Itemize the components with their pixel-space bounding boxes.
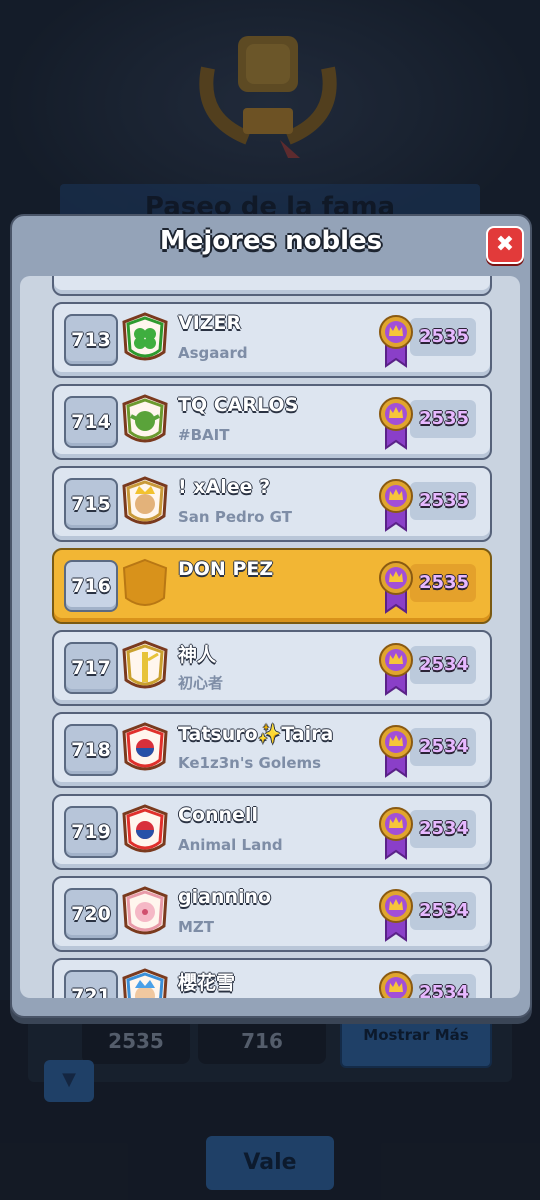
player-name: ! xAlee ? bbox=[178, 476, 271, 498]
crown-medal-icon bbox=[378, 640, 414, 696]
player-name: VIZER bbox=[178, 312, 242, 334]
table-row[interactable]: 715 ! xAlee ? San Pedro GT 2535 bbox=[52, 466, 492, 542]
clover-icon bbox=[122, 312, 168, 366]
clan-name: MZT bbox=[178, 918, 215, 936]
korea-flag-icon bbox=[122, 804, 168, 858]
crown-medal-icon bbox=[378, 968, 414, 998]
trophy-score: 2534 bbox=[418, 982, 470, 998]
rank-number: 721 bbox=[64, 970, 118, 998]
king-icon bbox=[122, 476, 168, 530]
crown-medal-icon bbox=[378, 312, 414, 368]
table-row[interactable]: 720 giannino MZT 2534 bbox=[52, 876, 492, 952]
player-name: 神人 bbox=[178, 644, 217, 666]
player-name: 櫻花雪 bbox=[178, 972, 236, 994]
clan-name: #BAIT bbox=[178, 426, 230, 444]
rank-number: 720 bbox=[64, 888, 118, 940]
korea-flag-icon bbox=[122, 722, 168, 776]
trophy-score: 2534 bbox=[418, 654, 470, 675]
trophy-score: 2535 bbox=[418, 408, 470, 429]
table-row[interactable]: 714 TQ CARLOS #BAIT 2535 bbox=[52, 384, 492, 460]
top-nobles-modal: Mejores nobles ✖ 713 VIZER Asgaard 2535 714 T… bbox=[10, 214, 532, 1018]
close-button[interactable]: ✖ bbox=[486, 226, 524, 264]
table-row[interactable]: 718 Tatsuro✨Taira Ke1z3n's Golems 2534 bbox=[52, 712, 492, 788]
player-name: giannino bbox=[178, 886, 272, 908]
crown-medal-icon bbox=[378, 476, 414, 532]
rank-number: 713 bbox=[64, 314, 118, 366]
table-row-current-player[interactable]: 716 DON PEZ 2535 bbox=[52, 548, 492, 624]
player-name: Connell bbox=[178, 804, 258, 826]
rank-number: 716 bbox=[64, 560, 118, 612]
goblin-icon bbox=[122, 394, 168, 448]
flower-icon bbox=[122, 886, 168, 940]
table-row[interactable]: 713 VIZER Asgaard 2535 bbox=[52, 302, 492, 378]
trophy-score: 2535 bbox=[418, 490, 470, 511]
princess-icon bbox=[122, 968, 168, 998]
empty-shield-icon bbox=[122, 558, 168, 612]
player-name: DON PEZ bbox=[178, 558, 274, 580]
trophy-score: 2535 bbox=[418, 326, 470, 347]
rank-number: 717 bbox=[64, 642, 118, 694]
crown-medal-icon bbox=[378, 804, 414, 860]
clan-name: 初心者 bbox=[178, 674, 224, 692]
player-name: Tatsuro✨Taira bbox=[178, 723, 334, 745]
leaderboard-list[interactable]: 713 VIZER Asgaard 2535 714 TQ CARLOS #BAIT 2535… bbox=[20, 276, 520, 998]
crown-medal-icon bbox=[378, 722, 414, 778]
crown-medal-icon bbox=[378, 394, 414, 450]
rank-number: 714 bbox=[64, 396, 118, 448]
trophy-score: 2535 bbox=[418, 572, 470, 593]
table-row-partial bbox=[52, 276, 492, 296]
player-name: TQ CARLOS bbox=[178, 394, 299, 416]
table-row[interactable]: 719 Connell Animal Land 2534 bbox=[52, 794, 492, 870]
crown-medal-icon bbox=[378, 558, 414, 614]
close-icon: ✖ bbox=[495, 232, 515, 257]
rank-number: 718 bbox=[64, 724, 118, 776]
rank-number: 715 bbox=[64, 478, 118, 530]
modal-title: Mejores nobles bbox=[159, 226, 383, 256]
clan-name: San Pedro GT bbox=[178, 508, 292, 526]
clan-name: Ke1z3n's Golems bbox=[178, 754, 322, 772]
table-row[interactable]: 721 櫻花雪 2534 bbox=[52, 958, 492, 998]
rank-number: 719 bbox=[64, 806, 118, 858]
clan-name: Animal Land bbox=[178, 836, 283, 854]
table-row[interactable]: 717 神人初心者 2534 bbox=[52, 630, 492, 706]
trophy-score: 2534 bbox=[418, 736, 470, 757]
trophy-score: 2534 bbox=[418, 818, 470, 839]
bamboo-icon bbox=[122, 640, 168, 694]
clan-name: Asgaard bbox=[178, 344, 248, 362]
trophy-score: 2534 bbox=[418, 900, 470, 921]
crown-medal-icon bbox=[378, 886, 414, 942]
